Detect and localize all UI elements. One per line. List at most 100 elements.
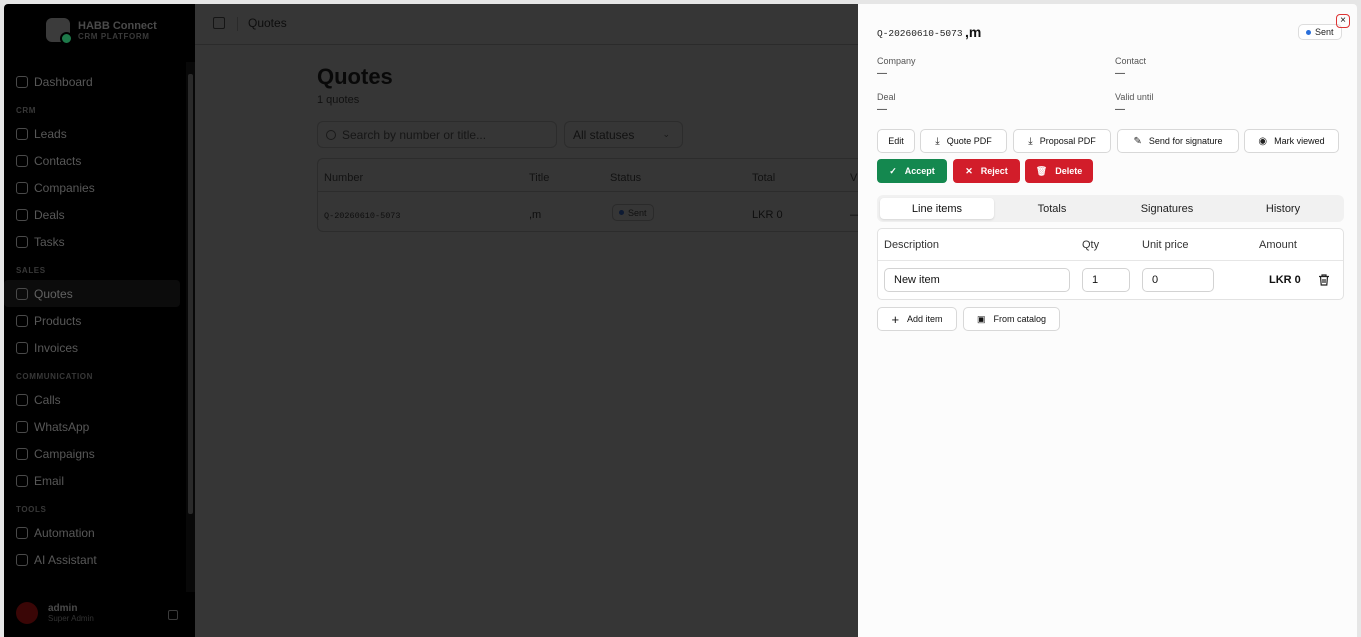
status-dot-icon: [1306, 29, 1311, 35]
deal-label: Deal: [877, 92, 896, 102]
column-header-description: Description: [884, 239, 940, 251]
box-icon: ▣: [976, 313, 986, 324]
sidebar-item-dashboard[interactable]: Dashboard: [4, 68, 186, 95]
valid-until-value: —: [1115, 104, 1125, 115]
check-icon: ✓: [889, 165, 897, 176]
sidebar-item-leads[interactable]: Leads: [4, 120, 186, 147]
topbar: Quotes: [195, 4, 858, 45]
sidebar-item-label: Companies: [34, 180, 95, 195]
grid-icon: [16, 75, 28, 88]
column-header-title[interactable]: Title: [529, 172, 549, 184]
close-button[interactable]: ×: [1336, 14, 1350, 28]
quote-detail-drawer: Q-20260610-5073 ,m Sent × Company — Cont…: [858, 4, 1357, 637]
checklist-icon: [16, 235, 28, 248]
delete-button[interactable]: 🗑 Delete: [1025, 159, 1093, 183]
sidebar-item-companies[interactable]: Companies: [4, 174, 186, 201]
sidebar-item-email[interactable]: Email: [4, 467, 186, 494]
mail-icon: [16, 474, 28, 487]
sidebar-item-label: Products: [34, 313, 82, 328]
sidebar-item-label: Campaigns: [34, 446, 95, 461]
sidebar-scrollbar[interactable]: [186, 62, 195, 592]
sidebar-item-label: Leads: [34, 126, 67, 141]
send-for-signature-button[interactable]: ✎ Send for signature: [1117, 129, 1239, 153]
box-icon: [16, 314, 28, 327]
reject-label: Reject: [980, 166, 1008, 176]
brand[interactable]: HABB Connect CRM PLATFORM: [46, 18, 157, 45]
divider: [318, 191, 876, 192]
line-amount: LKR 0: [1269, 274, 1301, 286]
proposal-pdf-button[interactable]: ⤓ Proposal PDF: [1013, 129, 1111, 153]
sidebar-item-calls[interactable]: Calls: [4, 386, 186, 413]
company-value: —: [877, 68, 887, 79]
sidebar-item-label: Quotes: [34, 286, 73, 301]
quotes-table: Number Title Status Total V Q-20260610-5…: [317, 158, 877, 232]
download-icon: ⤓: [1028, 135, 1033, 147]
x-icon: ✕: [965, 165, 973, 176]
search-input[interactable]: [342, 126, 542, 144]
description-input[interactable]: [884, 268, 1070, 292]
search-box[interactable]: [317, 121, 557, 148]
eye-icon: ◉: [1258, 135, 1268, 147]
tab-totals[interactable]: Totals: [995, 198, 1109, 219]
add-item-button[interactable]: + Add item: [877, 307, 957, 331]
workflow-icon: [16, 526, 28, 539]
cell-total: LKR 0: [752, 209, 783, 221]
sidebar-item-campaigns[interactable]: Campaigns: [4, 440, 186, 467]
sidebar-item-invoices[interactable]: Invoices: [4, 334, 186, 361]
user-name: admin: [48, 603, 78, 614]
section-crm: CRM: [16, 106, 37, 115]
edit-button[interactable]: Edit: [877, 129, 915, 153]
column-header-valid[interactable]: V: [850, 172, 857, 184]
sidebar-item-automation[interactable]: Automation: [4, 519, 186, 546]
tab-line-items[interactable]: Line items: [880, 198, 994, 219]
section-communication: COMMUNICATION: [16, 372, 93, 381]
receipt-icon: [16, 341, 28, 354]
sidebar-item-products[interactable]: Products: [4, 307, 186, 334]
sidebar-toggle-icon[interactable]: [213, 17, 225, 29]
status-filter-select[interactable]: All statuses ⌄: [564, 121, 683, 148]
column-header-total[interactable]: Total: [752, 172, 775, 184]
tab-history[interactable]: History: [1226, 198, 1340, 219]
qty-input[interactable]: [1082, 268, 1130, 292]
breadcrumb: Quotes: [248, 16, 287, 30]
megaphone-icon: [16, 447, 28, 460]
brand-logo-icon: [46, 18, 73, 45]
sidebar-item-label: Calls: [34, 392, 61, 407]
scrollbar-thumb[interactable]: [188, 74, 193, 514]
sidebar-item-label: Automation: [34, 525, 95, 540]
trash-icon[interactable]: [1317, 273, 1331, 287]
quote-pdf-button[interactable]: ⤓ Quote PDF: [920, 129, 1007, 153]
cell-title: ,m: [529, 209, 542, 221]
section-sales: SALES: [16, 266, 46, 275]
unit-price-input[interactable]: [1142, 268, 1214, 292]
quote-pdf-label: Quote PDF: [946, 136, 992, 146]
line-items-table: Description Qty Unit price Amount LKR 0: [877, 228, 1344, 300]
user-profile[interactable]: admin Super Admin: [16, 602, 94, 624]
mark-viewed-button[interactable]: ◉ Mark viewed: [1244, 129, 1339, 153]
target-icon: [16, 208, 28, 221]
accept-button[interactable]: ✓ Accept: [877, 159, 947, 183]
reject-button[interactable]: ✕ Reject: [953, 159, 1020, 183]
cell-number: Q-20260610-5073: [324, 211, 401, 221]
app-window: HABB Connect CRM PLATFORM Dashboard CRM …: [4, 4, 1357, 637]
sidebar-item-contacts[interactable]: Contacts: [4, 147, 186, 174]
quote-number: Q-20260610-5073: [877, 28, 963, 39]
page-title: Quotes: [317, 64, 393, 89]
sidebar-item-whatsapp[interactable]: WhatsApp: [4, 413, 186, 440]
sidebar-item-quotes[interactable]: Quotes: [4, 280, 180, 307]
sidebar-item-tasks[interactable]: Tasks: [4, 228, 186, 255]
search-icon: [326, 130, 336, 140]
brand-subtitle: CRM PLATFORM: [78, 31, 150, 41]
main-content: Quotes Quotes 1 quotes All statuses ⌄ Nu…: [195, 4, 877, 637]
column-header-status[interactable]: Status: [610, 172, 641, 184]
status-badge: Sent: [1298, 24, 1342, 40]
column-header-number[interactable]: Number: [324, 172, 363, 184]
sidebar-item-ai-assistant[interactable]: AI Assistant: [4, 546, 186, 573]
quote-count: 1 quotes: [317, 94, 360, 106]
sidebar-item-label: WhatsApp: [34, 419, 90, 434]
divider: [237, 17, 238, 31]
sidebar-item-deals[interactable]: Deals: [4, 201, 186, 228]
tab-signatures[interactable]: Signatures: [1110, 198, 1224, 219]
from-catalog-button[interactable]: ▣ From catalog: [963, 307, 1060, 331]
logout-icon[interactable]: [168, 610, 178, 620]
